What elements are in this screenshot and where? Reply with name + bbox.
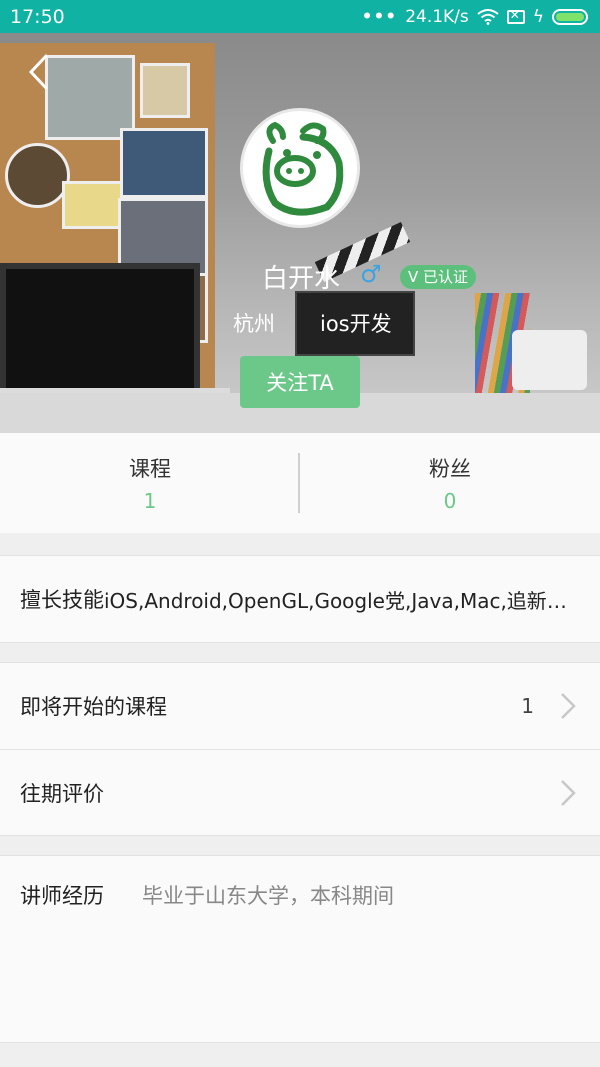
chevron-right-icon — [561, 693, 576, 719]
back-button[interactable] — [26, 53, 56, 93]
status-icons: ••• 24.1K/s ϟ — [362, 7, 588, 27]
skills-label: 擅长技能 — [20, 588, 104, 612]
stats-divider — [298, 453, 300, 513]
skills-card: 擅长技能 iOS,Android,OpenGL,Google党,Java,Mac… — [0, 555, 600, 643]
menu-card: 即将开始的课程 1 往期评价 — [0, 662, 600, 836]
row-label: 往期评价 — [20, 781, 104, 806]
background-photo — [120, 128, 208, 198]
network-speed: 24.1K/s — [405, 6, 469, 27]
stat-value: 1 — [143, 489, 157, 513]
follow-button[interactable]: 关注TA — [240, 356, 360, 408]
avatar[interactable] — [240, 108, 360, 228]
stats-bar: 课程 1 粉丝 0 — [0, 433, 600, 533]
city-label: 杭州 — [233, 312, 275, 336]
history-value: 毕业于山东大学，本科期间 — [142, 884, 394, 908]
name-row: 白开水 ♂ V 已认证 — [0, 258, 600, 298]
wifi-icon — [477, 8, 499, 25]
male-icon: ♂ — [360, 260, 382, 288]
info-row: 杭州 ios开发 — [0, 308, 600, 342]
history-label: 讲师经历 — [20, 884, 104, 908]
dots-icon: ••• — [361, 6, 398, 27]
history-row: 讲师经历 毕业于山东大学，本科期间 — [0, 856, 600, 1042]
battery-icon — [552, 8, 588, 25]
background-photo — [140, 63, 190, 118]
background-photo — [5, 143, 70, 208]
upcoming-courses-row[interactable]: 即将开始的课程 1 — [0, 663, 600, 749]
teacher-name: 白开水 — [262, 264, 341, 294]
stat-courses[interactable]: 课程 1 — [0, 433, 300, 533]
verified-badge: V 已认证 — [400, 265, 477, 289]
stat-value: 0 — [443, 489, 457, 513]
skills-value: iOS,Android,OpenGL,Google党,Java,Mac,追新族,… — [104, 588, 580, 613]
history-card: 讲师经历 毕业于山东大学，本科期间 — [0, 855, 600, 1043]
stat-label: 粉丝 — [429, 457, 471, 481]
charging-bolt-icon: ϟ — [532, 6, 544, 27]
profile-header: 白开水 ♂ V 已认证 杭州 ios开发 关注TA — [0, 33, 600, 433]
stat-fans[interactable]: 粉丝 0 — [300, 433, 600, 533]
chevron-right-icon — [561, 780, 576, 806]
row-label: 即将开始的课程 — [20, 695, 167, 719]
status-bar: 17:50 ••• 24.1K/s ϟ — [0, 0, 600, 33]
stat-label: 课程 — [129, 457, 171, 481]
pig-logo-icon — [262, 121, 344, 216]
job-title: ios开发 — [320, 312, 392, 336]
chevron-left-icon — [28, 54, 48, 90]
past-reviews-row[interactable]: 往期评价 — [0, 749, 600, 835]
skills-row: 擅长技能 iOS,Android,OpenGL,Google党,Java,Mac… — [0, 556, 600, 642]
status-time: 17:50 — [10, 5, 65, 28]
upcoming-count: 1 — [521, 694, 534, 718]
sim-icon — [506, 8, 525, 24]
